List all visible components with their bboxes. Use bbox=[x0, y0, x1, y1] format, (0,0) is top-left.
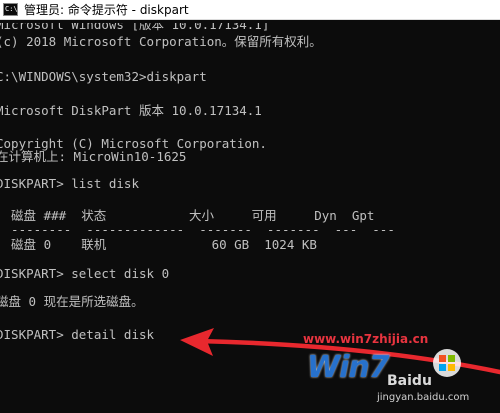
console-line-list-disk: DISKPART> list disk bbox=[0, 176, 139, 191]
cmd-icon: C:\ bbox=[3, 3, 18, 16]
console-line-detail-disk: DISKPART> detail disk bbox=[0, 327, 155, 342]
disk-table-row: 磁盘 0 联机 60 GB 1024 KB bbox=[0, 237, 317, 252]
watermark-brand: Win7 bbox=[307, 350, 390, 385]
console-line-computer: 在计算机上: MicroWin10-1625 bbox=[0, 149, 187, 164]
watermark-url: www.win7zhijia.cn bbox=[303, 332, 429, 346]
console-line-copyright: (c) 2018 Microsoft Corporation。保留所有权利。 bbox=[0, 34, 322, 49]
window-title: 管理员: 命令提示符 - diskpart bbox=[24, 3, 189, 17]
windows-logo-icon bbox=[433, 349, 461, 377]
watermark-jingyan: jingyan.baidu.com bbox=[377, 392, 470, 403]
console-line-prompt-diskpart: C:\WINDOWS\system32>diskpart bbox=[0, 69, 207, 84]
console-line-selected-message: 磁盘 0 现在是所选磁盘。 bbox=[0, 294, 144, 309]
console-output[interactable]: Microsoft Windows [版本 10.0.17134.1] (c) … bbox=[0, 23, 500, 413]
title-bar[interactable]: C:\ 管理员: 命令提示符 - diskpart bbox=[0, 0, 500, 20]
console-line-diskpart-version: Microsoft DiskPart 版本 10.0.17134.1 bbox=[0, 103, 262, 118]
console-line-version: Microsoft Windows [版本 10.0.17134.1] bbox=[0, 23, 270, 32]
console-line-select-disk: DISKPART> select disk 0 bbox=[0, 266, 170, 281]
watermark-baidu: Baidu bbox=[387, 373, 432, 389]
